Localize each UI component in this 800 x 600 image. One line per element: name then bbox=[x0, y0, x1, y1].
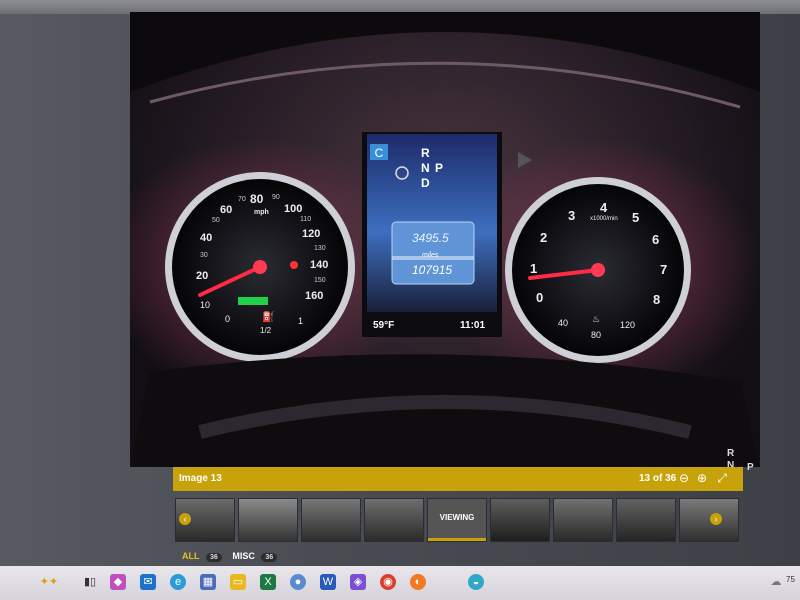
speed-tick: 10 bbox=[200, 300, 211, 310]
thumbnail[interactable] bbox=[490, 498, 550, 542]
gear-d: D bbox=[421, 176, 430, 190]
warning-indicator-icon bbox=[290, 261, 298, 269]
speed-tick: 20 bbox=[196, 270, 209, 282]
outlook-icon[interactable]: ✉ bbox=[140, 574, 156, 590]
fuel-half-label: 1/2 bbox=[260, 326, 272, 335]
store-icon[interactable]: ▦ bbox=[200, 574, 216, 590]
temp-mid-label: 80 bbox=[591, 330, 602, 340]
word-icon[interactable]: W bbox=[320, 574, 336, 590]
speed-tick: 70 bbox=[238, 196, 246, 203]
speed-tick: 100 bbox=[284, 203, 303, 215]
thumbnail[interactable] bbox=[616, 498, 676, 542]
rpm-tick: 0 bbox=[536, 290, 544, 305]
rpm-tick: 5 bbox=[632, 210, 640, 225]
copilot-app-icon[interactable]: ◈ bbox=[350, 574, 366, 590]
coolant-temp-icon: ♨ bbox=[592, 314, 601, 324]
svg-text:C: C bbox=[375, 146, 384, 160]
firefox-icon[interactable]: ◐ bbox=[410, 574, 426, 590]
gear-r: R bbox=[421, 146, 430, 160]
excel-icon[interactable]: X bbox=[260, 574, 276, 590]
thumbnail[interactable] bbox=[238, 498, 298, 542]
rpm-tick: 3 bbox=[568, 208, 576, 223]
rpm-tick: 2 bbox=[540, 230, 548, 245]
filter-misc-count: 36 bbox=[261, 553, 278, 562]
current-indicator bbox=[428, 538, 486, 541]
filter-all-count: 36 bbox=[206, 553, 222, 562]
temp-high-label: 120 bbox=[620, 320, 636, 330]
paint-icon[interactable]: ● bbox=[290, 574, 306, 590]
main-photo[interactable]: C mph 10 20 30 40 50 60 70 80 90 100 110… bbox=[130, 12, 760, 467]
image-title: Image 13 bbox=[179, 473, 222, 484]
speed-tick: 120 bbox=[302, 228, 321, 240]
shifter-r: R bbox=[727, 448, 735, 459]
gear-p: P bbox=[435, 161, 444, 175]
rpm-tick: 8 bbox=[653, 292, 661, 307]
shifter-p: P bbox=[747, 462, 754, 473]
app-icon[interactable]: ◒ bbox=[468, 574, 484, 590]
filter-all[interactable]: ALL 36 bbox=[182, 551, 226, 562]
trip-unit: miles bbox=[422, 252, 439, 259]
taskbar: ✦✦ ▮▯ ◆ ✉ e ▦ ▭ X ● W ◈ ◉ ◐ ◒ ☁ 75 bbox=[0, 566, 800, 600]
rpm-tick: 1 bbox=[530, 261, 538, 276]
rpm-tick: 7 bbox=[660, 262, 668, 277]
speed-tick: 50 bbox=[212, 217, 220, 224]
next-arrow-icon[interactable]: › bbox=[710, 513, 722, 525]
task-view-icon[interactable]: ▮▯ bbox=[82, 574, 98, 590]
odometer: 107915 bbox=[412, 263, 453, 277]
chrome-icon[interactable]: ◉ bbox=[380, 574, 396, 590]
speed-tick: 90 bbox=[272, 194, 280, 201]
fuel-low-label: 0 bbox=[225, 314, 231, 324]
edge-icon[interactable]: e bbox=[170, 574, 186, 590]
zoom-out-icon[interactable]: ⊖ bbox=[677, 471, 691, 485]
filter-misc[interactable]: MISC 36 bbox=[232, 551, 281, 562]
filter-misc-label: MISC bbox=[232, 551, 255, 561]
speed-needle-hub bbox=[253, 260, 267, 274]
speed-tick: 60 bbox=[220, 204, 233, 216]
thumbnail[interactable] bbox=[364, 498, 424, 542]
previous-arrow-icon[interactable]: ‹ bbox=[179, 513, 191, 525]
zoom-in-icon[interactable]: ⊕ bbox=[695, 471, 709, 485]
fuel-full-label: 1 bbox=[298, 316, 304, 326]
thumbnail-current[interactable]: VIEWING bbox=[427, 498, 487, 542]
rpm-tick: 6 bbox=[652, 232, 660, 247]
viewing-label: VIEWING bbox=[439, 513, 475, 522]
weather-icon[interactable]: ☁ bbox=[768, 574, 784, 590]
image-counter: 13 of 36 bbox=[639, 473, 677, 484]
outside-temperature: 59°F bbox=[373, 320, 395, 331]
thumbnail[interactable] bbox=[553, 498, 613, 542]
thumbnail-strip: ‹ VIEWING › bbox=[175, 498, 739, 544]
speed-tick: 110 bbox=[300, 216, 312, 223]
thumbnail[interactable] bbox=[301, 498, 361, 542]
tachometer-unit: x1000/min bbox=[590, 216, 618, 222]
thumbnail[interactable] bbox=[679, 498, 739, 542]
clock: 11:01 bbox=[460, 320, 486, 331]
speed-tick: 140 bbox=[310, 259, 329, 271]
headlight-indicator-icon bbox=[238, 297, 268, 305]
widgets-icon[interactable]: ◆ bbox=[110, 574, 126, 590]
speed-tick: 160 bbox=[305, 290, 324, 302]
fullscreen-icon[interactable]: ⤢ bbox=[715, 471, 729, 485]
speed-tick: 30 bbox=[200, 252, 208, 259]
temp-low-label: 40 bbox=[558, 318, 569, 328]
filter-tabs: ALL 36 MISC 36 bbox=[182, 551, 285, 562]
rpm-tick: 4 bbox=[600, 200, 608, 215]
image-caption-bar: Image 13 13 of 36 ⊖ ⊕ ⤢ bbox=[173, 467, 743, 491]
copilot-icon[interactable]: ✦✦ bbox=[36, 574, 62, 590]
speed-tick: 80 bbox=[250, 192, 264, 206]
weather-temp: 75 bbox=[786, 575, 795, 584]
trip-distance: 3495.5 bbox=[412, 231, 449, 245]
file-explorer-icon[interactable]: ▭ bbox=[230, 574, 246, 590]
filter-all-label: ALL bbox=[182, 551, 200, 561]
gear-indicator: R N P D bbox=[417, 146, 453, 194]
speed-tick: 150 bbox=[314, 277, 326, 284]
speedometer-unit: mph bbox=[254, 209, 269, 216]
fuel-pump-icon: ⛽ bbox=[262, 312, 275, 323]
speed-tick: 130 bbox=[314, 245, 326, 252]
gear-n: N bbox=[421, 161, 430, 175]
rpm-needle-hub bbox=[591, 263, 605, 277]
speed-tick: 40 bbox=[200, 232, 213, 244]
